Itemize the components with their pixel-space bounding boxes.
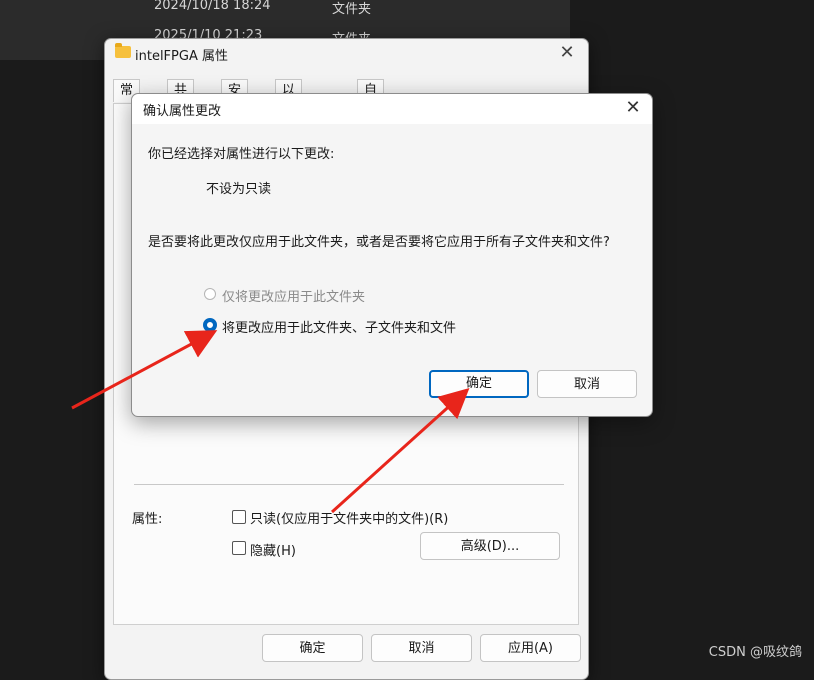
annotation-arrows xyxy=(71,330,470,514)
watermark: CSDN @吸纹鸽 xyxy=(708,645,802,660)
arrow-to-ok xyxy=(330,387,470,514)
arrow-to-radio xyxy=(71,330,218,410)
